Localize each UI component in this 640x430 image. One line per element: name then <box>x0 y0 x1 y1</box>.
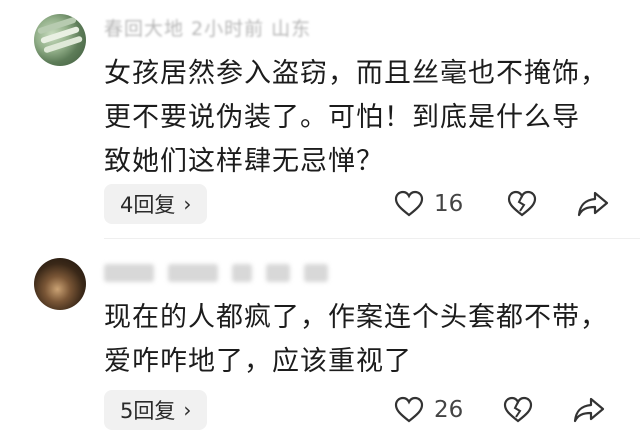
comment-actions: 16 <box>394 184 609 224</box>
share-arrow-icon <box>577 190 609 218</box>
dislike-button[interactable] <box>503 396 533 424</box>
comment-line: 女孩居然参入盗窃，而且丝毫也不掩饰， <box>104 58 608 89</box>
avatar[interactable] <box>34 14 86 66</box>
reply-count-button[interactable]: 5回复 › <box>104 390 208 430</box>
comment-line: 致她们这样肆无忌惮？ <box>104 146 384 177</box>
chevron-right-icon: › <box>183 192 192 216</box>
blurred-meta <box>232 264 252 282</box>
blurred-meta <box>266 264 290 282</box>
comment-text: 现在的人都疯了，作案连个头套都不带， 爱咋咋地了，应该重视了 <box>104 296 624 384</box>
comment-text: 女孩居然参入盗窃，而且丝毫也不掩饰， 更不要说伪装了。可怕！到底是什么导 致她们… <box>104 52 624 184</box>
chevron-right-icon: › <box>183 398 192 422</box>
like-button[interactable]: 16 <box>394 190 463 218</box>
comment-meta <box>104 260 328 286</box>
avatar[interactable] <box>34 258 86 310</box>
comment-line: 爱咋咋地了，应该重视了 <box>104 346 412 377</box>
reply-count-label: 4回复 <box>120 193 176 217</box>
comment-item: 春回大地 2小时前 山东 女孩居然参入盗窃，而且丝毫也不掩饰， 更不要说伪装了。… <box>0 0 640 238</box>
blurred-meta <box>304 264 328 282</box>
blurred-username <box>168 264 218 282</box>
blurred-username <box>104 264 154 282</box>
share-button[interactable] <box>577 190 609 218</box>
dislike-button[interactable] <box>507 190 537 218</box>
like-count: 16 <box>434 191 464 217</box>
share-arrow-icon <box>573 396 605 424</box>
broken-heart-icon <box>507 190 537 218</box>
comment-line: 更不要说伪装了。可怕！到底是什么导 <box>104 102 580 133</box>
reply-count-button[interactable]: 4回复 › <box>104 184 208 224</box>
broken-heart-icon <box>503 396 533 424</box>
comment-meta: 春回大地 2小时前 山东 <box>104 18 312 40</box>
share-button[interactable] <box>573 396 605 424</box>
comment-item: 现在的人都疯了，作案连个头套都不带， 爱咋咋地了，应该重视了 5回复 › 26 <box>0 238 640 430</box>
like-count: 26 <box>434 397 464 423</box>
like-button[interactable]: 26 <box>394 396 463 424</box>
comment-line: 现在的人都疯了，作案连个头套都不带， <box>104 302 608 333</box>
heart-outline-icon <box>394 396 424 424</box>
heart-outline-icon <box>394 190 424 218</box>
comment-actions: 26 <box>394 390 605 430</box>
